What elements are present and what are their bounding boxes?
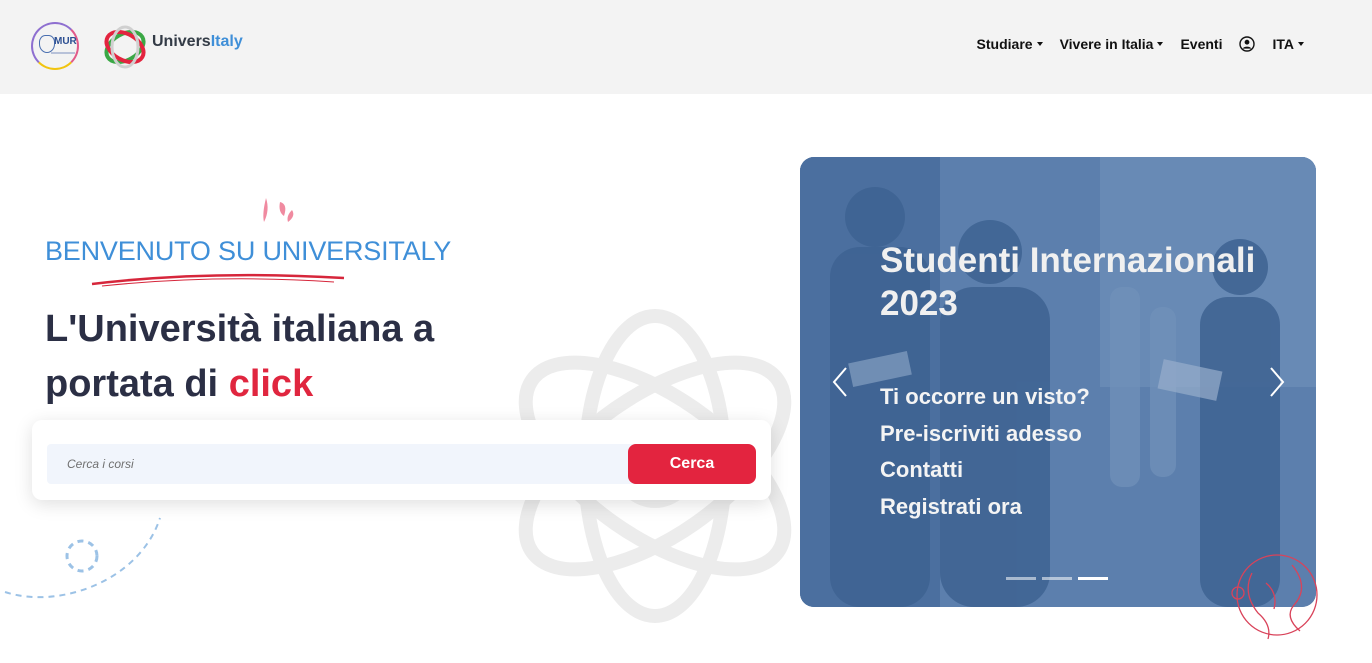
mur-logo[interactable]: MUR <box>31 22 79 70</box>
headline-line-1: L'Università italiana a <box>45 308 435 350</box>
carousel-indicators <box>1006 577 1108 580</box>
chevron-right-icon[interactable] <box>1265 365 1289 399</box>
nav-vivere-label: Vivere in Italia <box>1059 36 1154 52</box>
caret-down-icon <box>1298 42 1304 46</box>
carousel-indicator-2[interactable] <box>1042 577 1072 580</box>
link-contatti[interactable]: Contatti <box>880 452 1090 489</box>
nav-studiare-label: Studiare <box>976 36 1033 52</box>
course-search-input[interactable] <box>47 444 647 484</box>
slide-links: Ti occorre un visto? Pre-iscriviti adess… <box>880 379 1090 525</box>
caret-down-icon <box>1036 42 1043 46</box>
nav-language-select[interactable]: ITA <box>1272 36 1304 52</box>
search-button[interactable]: Cerca <box>628 444 756 484</box>
link-visto[interactable]: Ti occorre un visto? <box>880 379 1090 416</box>
chevron-left-icon[interactable] <box>828 365 852 399</box>
carousel-indicator-1[interactable] <box>1006 577 1036 580</box>
search-card: Cerca <box>32 420 771 500</box>
splash-decoration <box>263 198 294 222</box>
headline-line-2: portata di <box>45 363 229 405</box>
language-label: ITA <box>1272 36 1294 52</box>
carousel-indicator-3[interactable] <box>1078 577 1108 580</box>
brand-name: UniversItaly <box>152 33 243 50</box>
caret-down-icon <box>1157 42 1164 46</box>
dashed-curve-decoration <box>4 517 161 599</box>
slide-title: Studenti Internazionali 2023 <box>880 241 1256 323</box>
globe-line-decoration <box>1231 554 1318 640</box>
headline-accent: click <box>228 363 314 405</box>
site-header: MUR UniversItaly Studiare Vivere in Ital… <box>0 0 1372 94</box>
mur-logo-text: MUR <box>54 36 77 47</box>
nav-eventi[interactable]: Eventi <box>1180 36 1222 52</box>
link-registrati[interactable]: Registrati ora <box>880 489 1090 526</box>
nav-vivere-in-italia[interactable]: Vivere in Italia <box>1060 36 1164 52</box>
mur-logo-subtitle <box>51 52 75 54</box>
red-underline-decoration <box>91 273 345 287</box>
republic-seal-icon <box>39 35 55 53</box>
main-nav: Studiare Vivere in Italia Eventi ITA <box>977 36 1304 52</box>
user-circle-icon <box>1239 36 1256 52</box>
hero-carousel: Studenti Internazionali 2023 Ti occorre … <box>800 157 1316 607</box>
nav-studiare[interactable]: Studiare <box>977 36 1043 52</box>
nav-eventi-label: Eventi <box>1180 36 1223 52</box>
link-pre-iscrizione[interactable]: Pre-iscriviti adesso <box>880 416 1090 453</box>
page-headline: L'Università italiana a portata di click <box>45 302 565 412</box>
universitaly-emblem-icon <box>104 25 146 69</box>
nav-user-account[interactable] <box>1239 36 1256 52</box>
